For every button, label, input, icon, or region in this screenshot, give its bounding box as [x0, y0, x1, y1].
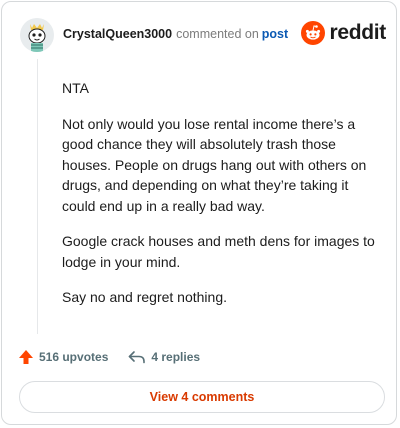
upvote-button[interactable]: 516 upvotes [18, 349, 108, 365]
replies-count: 4 replies [151, 350, 201, 364]
comment-header: CrystalQueen3000 commented on post reddit [20, 16, 386, 52]
username-link[interactable]: CrystalQueen3000 [63, 27, 172, 41]
avatar-image [20, 18, 54, 52]
comment-body: NTA Not only would you lose rental incom… [62, 78, 380, 323]
comment-byline: CrystalQueen3000 commented on post [63, 27, 288, 41]
comment-paragraph: Google crack houses and meth dens for im… [62, 233, 375, 270]
upvote-count: 516 upvotes [39, 350, 109, 364]
thread-line [37, 59, 38, 334]
reply-arrow-icon [129, 351, 146, 364]
view-comments-button[interactable]: View 4 comments [19, 381, 385, 413]
comment-paragraph: NTA [62, 80, 89, 96]
avatar[interactable] [20, 18, 54, 52]
reddit-brand[interactable]: reddit [301, 20, 386, 46]
commented-on-text: commented on [176, 27, 259, 41]
comment-card: CrystalQueen3000 commented on post reddit … [1, 1, 397, 425]
comment-paragraph: Say no and regret nothing. [62, 289, 228, 305]
comment-paragraph: Not only would you lose rental income th… [62, 115, 367, 214]
upvote-arrow-icon [19, 350, 33, 364]
reddit-logo-icon [301, 21, 326, 45]
replies-button[interactable]: 4 replies [128, 350, 200, 364]
post-link[interactable]: post [262, 27, 288, 41]
reddit-wordmark: reddit [329, 21, 386, 44]
comment-actions: 516 upvotes 4 replies [18, 347, 200, 367]
